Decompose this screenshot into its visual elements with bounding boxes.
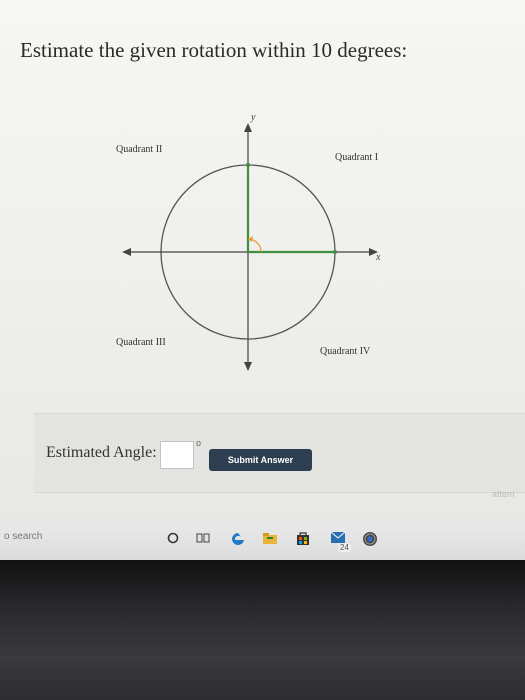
quadrant-iii-label: Quadrant III (116, 337, 166, 348)
file-explorer-icon[interactable] (262, 531, 278, 545)
y-axis-label: y (250, 112, 256, 123)
attempt-text: attem (492, 489, 515, 499)
taskbar-search[interactable]: o search (4, 531, 42, 542)
submit-answer-button[interactable]: Submit Answer (209, 449, 312, 471)
degree-symbol: o (196, 438, 202, 448)
store-icon[interactable] (296, 531, 310, 546)
x-axis-left-arrow-icon (122, 248, 131, 256)
answer-panel: Estimated Angle: o Submit Answer (34, 413, 525, 493)
edge-browser-icon[interactable] (230, 531, 246, 547)
angle-arc (247, 238, 262, 253)
x-axis-label: x (375, 252, 381, 263)
cortana-circle-icon[interactable] (166, 531, 180, 545)
terminal-ray-endpoint (246, 163, 250, 167)
initial-ray-endpoint (333, 250, 337, 254)
question-text: Estimate the given rotation within 10 de… (20, 38, 408, 62)
y-axis-down-arrow-icon (244, 362, 252, 371)
quadrant-iv-label: Quadrant IV (320, 346, 371, 357)
mail-notification-badge: 24 (338, 543, 351, 552)
browser-content: Estimate the given rotation within 10 de… (0, 0, 525, 560)
y-axis-up-arrow-icon (244, 123, 252, 132)
windows-taskbar: o search 24 (0, 523, 525, 560)
monitor-bezel (0, 560, 525, 700)
estimated-angle-label: Estimated Angle: (46, 444, 157, 461)
chrome-icon[interactable] (362, 531, 378, 547)
quadrant-i-label: Quadrant I (335, 152, 378, 163)
unit-circle-graph: y x Quadrant II Quadrant I Quadrant III … (116, 112, 381, 371)
task-view-icon[interactable] (196, 531, 210, 545)
quadrant-ii-label: Quadrant II (116, 144, 162, 155)
estimated-angle-input[interactable] (160, 441, 194, 469)
